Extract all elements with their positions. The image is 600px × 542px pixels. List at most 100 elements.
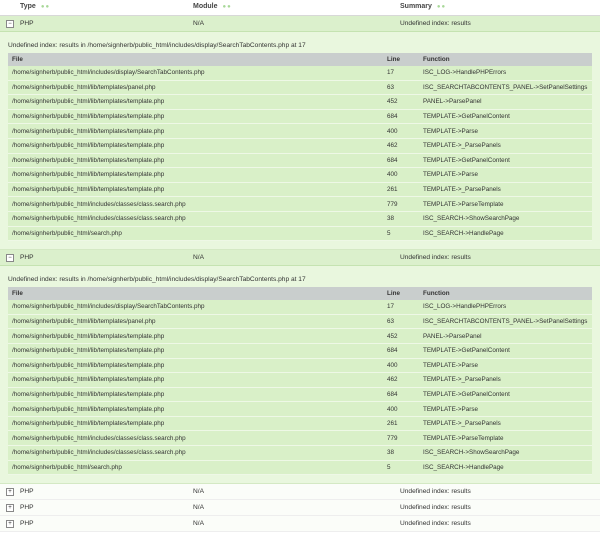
trace-line: 684	[383, 343, 419, 359]
stack-trace-row: /home/signherb/public_html/lib/templates…	[8, 94, 592, 110]
function-column-header: Function	[419, 53, 592, 66]
collapse-icon[interactable]: −	[6, 20, 14, 28]
stack-trace-header: File Line Function	[8, 53, 592, 66]
trace-function: TEMPLATE->ParseTemplate	[419, 430, 592, 447]
error-row[interactable]: + PHP N/A Undefined index: results	[0, 516, 600, 533]
stack-trace-row: /home/signherb/public_html/includes/disp…	[8, 300, 592, 315]
trace-line: 779	[383, 430, 419, 447]
trace-file: /home/signherb/public_html/lib/templates…	[8, 328, 383, 344]
trace-line: 38	[383, 211, 419, 227]
stack-trace-row: /home/signherb/public_html/includes/clas…	[8, 430, 592, 447]
trace-file: /home/signherb/public_html/lib/templates…	[8, 314, 383, 330]
trace-function: TEMPLATE->Parse	[419, 167, 592, 183]
trace-function: TEMPLATE->_ParsePanels	[419, 138, 592, 154]
stack-trace-row: /home/signherb/public_html/lib/templates…	[8, 123, 592, 139]
trace-function: ISC_LOG->HandlePHPErrors	[419, 66, 592, 81]
expand-icon[interactable]: +	[6, 504, 14, 513]
trace-function: TEMPLATE->_ParsePanels	[419, 416, 592, 432]
stack-trace-table: File Line Function/home/signherb/public_ht…	[8, 53, 592, 242]
trace-function: TEMPLATE->ParseTemplate	[419, 196, 592, 212]
expand-icon[interactable]: +	[6, 488, 14, 497]
stack-trace-row: /home/signherb/public_html/includes/disp…	[8, 66, 592, 81]
trace-line: 400	[383, 167, 419, 183]
error-summary: Undefined index: results	[400, 520, 471, 528]
trace-line: 452	[383, 328, 419, 344]
error-type: PHP	[20, 504, 34, 512]
stack-trace-row: /home/signherb/public_html/includes/clas…	[8, 445, 592, 461]
stack-trace-table: File Line Function/home/signherb/public_ht…	[8, 287, 592, 476]
trace-line: 5	[383, 226, 419, 242]
trace-file: /home/signherb/public_html/lib/templates…	[8, 94, 383, 110]
trace-line: 462	[383, 372, 419, 388]
stack-trace-row: /home/signherb/public_html/lib/templates…	[8, 182, 592, 198]
stack-trace-row: /home/signherb/public_html/search.php 5 IS…	[8, 460, 592, 476]
function-column-header: Function	[419, 287, 592, 301]
trace-line: 38	[383, 445, 419, 461]
error-row[interactable]: − PHP N/A Undefined index: results	[0, 250, 600, 267]
trace-function: TEMPLATE->GetPanelContent	[419, 153, 592, 169]
trace-file: /home/signherb/public_html/lib/templates…	[8, 138, 383, 154]
trace-line: 261	[383, 416, 419, 432]
trace-line: 462	[383, 138, 419, 154]
trace-line: 684	[383, 387, 419, 403]
trace-line: 17	[383, 300, 419, 315]
trace-file: /home/signherb/public_html/lib/templates…	[8, 387, 383, 403]
error-message: Undefined index: results in /home/signhe…	[8, 42, 306, 49]
file-column-header: File	[8, 53, 383, 66]
stack-trace-row: /home/signherb/public_html/lib/templates…	[8, 167, 592, 183]
trace-file: /home/signherb/public_html/lib/templates…	[8, 80, 383, 96]
sort-icon[interactable]: ●●	[223, 4, 232, 10]
trace-function: ISC_SEARCH->HandlePage	[419, 226, 592, 242]
error-summary: Undefined index: results	[400, 20, 471, 27]
error-type: PHP	[20, 254, 34, 262]
line-column-header: Line	[383, 53, 419, 66]
trace-line: 452	[383, 94, 419, 110]
error-detail: Undefined index: results in /home/signhe…	[0, 32, 600, 251]
error-summary: Undefined index: results	[400, 488, 471, 496]
trace-function: ISC_SEARCH->ShowSearchPage	[419, 445, 592, 461]
trace-file: /home/signherb/public_html/search.php	[8, 460, 383, 476]
trace-file: /home/signherb/public_html/lib/templates…	[8, 153, 383, 169]
error-type: PHP	[20, 20, 34, 27]
trace-file: /home/signherb/public_html/lib/templates…	[8, 109, 383, 125]
type-column-header[interactable]: Type ●●	[20, 3, 50, 10]
stack-trace-row: /home/signherb/public_html/lib/templates…	[8, 372, 592, 388]
stack-trace-row: /home/signherb/public_html/lib/templates…	[8, 314, 592, 330]
error-message: Undefined index: results in /home/signhe…	[8, 276, 306, 284]
expand-icon[interactable]: +	[6, 520, 14, 529]
sort-icon[interactable]: ●●	[41, 4, 50, 10]
trace-file: /home/signherb/public_html/includes/disp…	[8, 300, 383, 315]
trace-file: /home/signherb/public_html/lib/templates…	[8, 416, 383, 432]
trace-file: /home/signherb/public_html/lib/templates…	[8, 401, 383, 417]
trace-function: TEMPLATE->_ParsePanels	[419, 182, 592, 198]
trace-function: ISC_SEARCH->ShowSearchPage	[419, 211, 592, 227]
error-module: N/A	[193, 488, 204, 496]
summary-column-header[interactable]: Summary ●●	[400, 3, 446, 10]
trace-line: 17	[383, 66, 419, 81]
error-row[interactable]: + PHP N/A Undefined index: results	[0, 500, 600, 517]
trace-line: 684	[383, 153, 419, 169]
trace-file: /home/signherb/public_html/lib/templates…	[8, 358, 383, 374]
stack-trace-row: /home/signherb/public_html/lib/templates…	[8, 138, 592, 154]
trace-file: /home/signherb/public_html/includes/disp…	[8, 66, 383, 81]
trace-line: 684	[383, 109, 419, 125]
trace-function: TEMPLATE->GetPanelContent	[419, 343, 592, 359]
stack-trace-row: /home/signherb/public_html/lib/templates…	[8, 358, 592, 374]
error-detail: Undefined index: results in /home/signhe…	[0, 266, 600, 485]
column-header: Type ●● Module ●● Summary ●●	[0, 0, 600, 16]
error-module: N/A	[193, 520, 204, 528]
stack-trace-row: /home/signherb/public_html/lib/templates…	[8, 416, 592, 432]
stack-trace-row: /home/signherb/public_html/lib/templates…	[8, 401, 592, 417]
sort-icon[interactable]: ●●	[437, 4, 446, 10]
collapse-icon[interactable]: −	[6, 254, 14, 263]
trace-line: 5	[383, 460, 419, 476]
trace-file: /home/signherb/public_html/includes/clas…	[8, 211, 383, 227]
trace-file: /home/signherb/public_html/includes/clas…	[8, 196, 383, 212]
stack-trace-row: /home/signherb/public_html/lib/templates…	[8, 80, 592, 96]
trace-function: TEMPLATE->GetPanelContent	[419, 109, 592, 125]
module-column-header[interactable]: Module ●●	[193, 3, 232, 10]
error-row[interactable]: − PHP N/A Undefined index: results	[0, 16, 600, 32]
error-row[interactable]: + PHP N/A Undefined index: results	[0, 484, 600, 501]
stack-trace-row: /home/signherb/public_html/lib/templates…	[8, 328, 592, 344]
trace-function: TEMPLATE->Parse	[419, 123, 592, 139]
